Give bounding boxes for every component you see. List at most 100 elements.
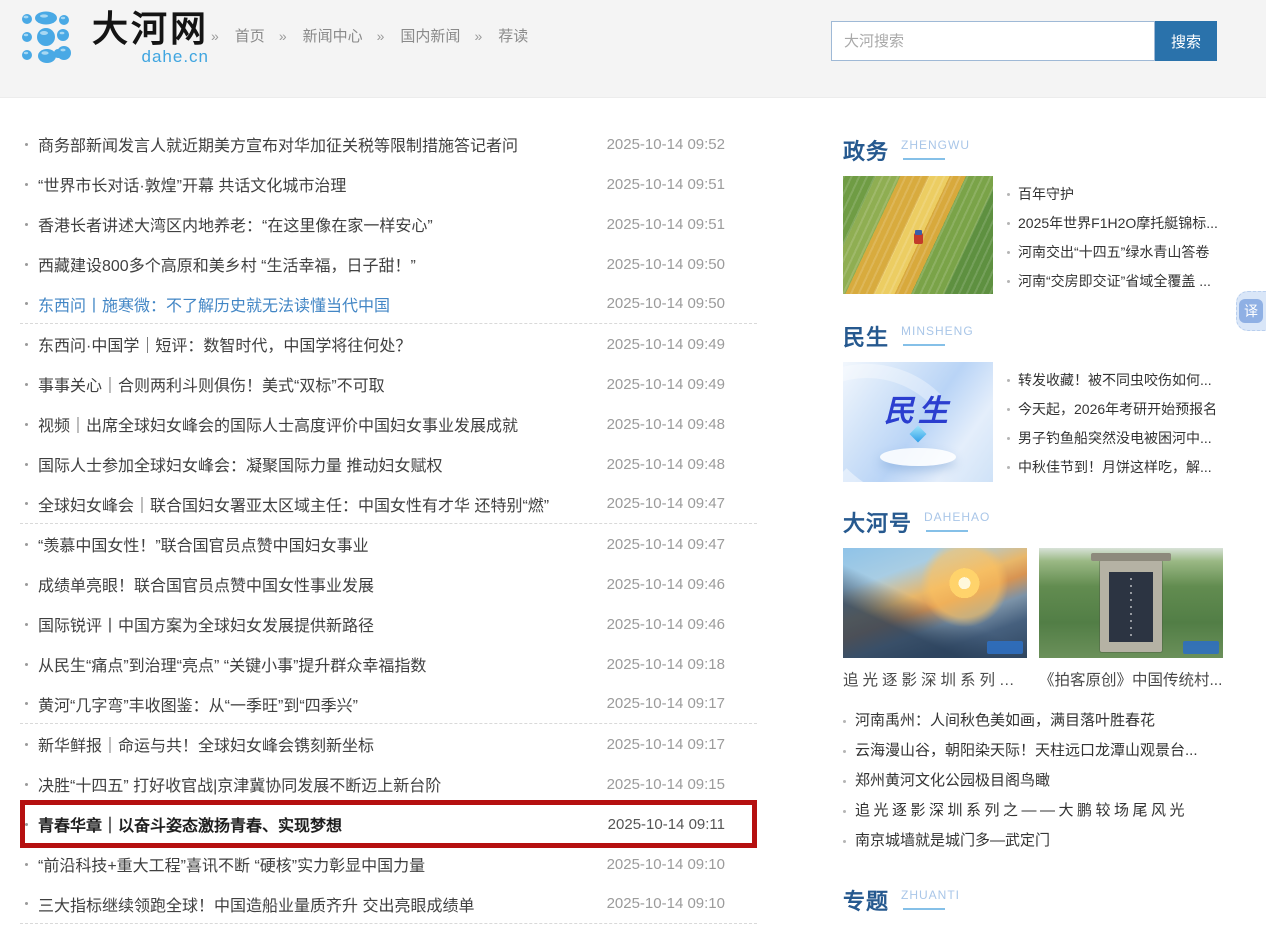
farm-field-photo[interactable] (843, 176, 993, 294)
news-list-item[interactable]: 商务部新闻发言人就近期美方宣布对华加征关税等限制措施答记者问 2025-10-1… (20, 124, 757, 164)
section-title[interactable]: 政务 (843, 134, 889, 166)
stele-plaque-shape (1109, 572, 1153, 642)
bullet-dot-icon (25, 543, 28, 546)
news-timestamp: 2025-10-14 09:11 (608, 816, 725, 833)
news-title: 国际人士参加全球妇女峰会：凝聚国际力量 推动妇女赋权 (38, 452, 607, 476)
section-title[interactable]: 大河号 (843, 506, 912, 538)
sidebar-link[interactable]: 男子钓鱼船突然没电被困河中... (1007, 424, 1223, 453)
news-list-item[interactable]: 从民生“痛点”到治理“亮点” “关键小事”提升群众幸福指数 2025-10-14… (20, 644, 757, 684)
news-title: 视频｜出席全球妇女峰会的国际人士高度评价中国妇女事业发展成就 (38, 412, 607, 436)
news-list-item[interactable]: “羡慕中国女性！”联合国官员点赞中国妇女事业 2025-10-14 09:47 (20, 524, 757, 564)
tractor-icon (914, 233, 923, 244)
news-timestamp: 2025-10-14 09:17 (607, 736, 725, 753)
sidebar-link[interactable]: 转发收藏！被不同虫咬伤如何... (1007, 366, 1223, 395)
news-list-item[interactable]: 成绩单亮眼！联合国官员点赞中国女性事业发展 2025-10-14 09:46 (20, 564, 757, 604)
sidebar-link[interactable]: 南京城墙就是城门多—武定门 (843, 826, 1223, 856)
news-title: 东西问丨施寒微：不了解历史就无法读懂当代中国 (38, 292, 607, 316)
news-title: “世界市长对话·敦煌”开幕 共话文化城市治理 (38, 172, 607, 196)
card-caption: 追光逐影深圳系列之... (843, 668, 1027, 690)
sidebar-link[interactable]: 郑州黄河文化公园极目阁鸟瞰 (843, 766, 1223, 796)
news-title: 决胜“十四五” 打好收官战|京津冀协同发展不断迈上新台阶 (38, 772, 607, 796)
bullet-dot-icon (25, 343, 28, 346)
news-timestamp: 2025-10-14 09:48 (607, 416, 725, 433)
bullet-dot-icon (25, 583, 28, 586)
dahe-logo[interactable]: 大河网 dahe.cn (20, 9, 209, 67)
section-minsheng-header: 民生 MINSHENG (843, 320, 1223, 350)
search-input[interactable] (831, 21, 1155, 61)
sidebar-link[interactable]: 今天起，2026年考研开始预报名 (1007, 395, 1223, 424)
news-list-item[interactable]: 事事关心｜合则两利斗则俱伤！美式“双标”不可取 2025-10-14 09:49 (20, 364, 757, 404)
breadcrumb-separator: » (279, 28, 289, 44)
news-timestamp: 2025-10-14 09:52 (607, 136, 725, 153)
minsheng-links: 转发收藏！被不同虫咬伤如何... 今天起，2026年考研开始预报名 男子钓鱼船突… (1007, 362, 1223, 482)
sidebar-link[interactable]: 2025年世界F1H2O摩托艇锦标... (1007, 209, 1223, 238)
news-list-item[interactable]: 西藏建设800多个高原和美乡村 “生活幸福，日子甜！” 2025-10-14 0… (20, 244, 757, 284)
section-dahehao-header: 大河号 DAHEHAO (843, 506, 1223, 536)
bullet-dot-icon (25, 702, 28, 705)
news-list-item[interactable]: 新华鲜报｜命运与共！全球妇女峰会镌刻新坐标 2025-10-14 09:17 (20, 724, 757, 764)
sidebar-link[interactable]: 中秋佳节到！月饼这样吃，解... (1007, 453, 1223, 482)
news-title: 黄河“几字弯”丰收图鉴：从“一季旺”到“四季兴” (38, 692, 607, 716)
sidebar-link[interactable]: 河南交出“十四五”绿水青山答卷 (1007, 238, 1223, 267)
news-timestamp: 2025-10-14 09:10 (607, 856, 725, 873)
sidebar-link[interactable]: 百年守护 (1007, 180, 1223, 209)
news-list-item[interactable]: 东西问丨施寒微：不了解历史就无法读懂当代中国 2025-10-14 09:50 (20, 284, 757, 324)
bullet-dot-icon (25, 302, 28, 305)
minsheng-graphic[interactable]: 民生 (843, 362, 993, 482)
bullet-dot-icon (1007, 280, 1010, 283)
breadcrumb-item: » 国内新闻 (363, 25, 461, 46)
news-list-item[interactable]: 国际锐评丨中国方案为全球妇女发展提供新路径 2025-10-14 09:46 (20, 604, 757, 644)
news-timestamp: 2025-10-14 09:49 (607, 336, 725, 353)
sidebar-link[interactable]: 河南禹州：人间秋色美如画，满目落叶胜春花 (843, 706, 1223, 736)
news-list-item[interactable]: 黄河“几字弯”丰收图鉴：从“一季旺”到“四季兴” 2025-10-14 09:1… (20, 684, 757, 724)
section-dahehao: 大河号 DAHEHAO 追光逐影深圳系列之... 《拍客原创》中国传统村... (843, 506, 1223, 856)
news-list-item[interactable]: “前沿科技+重大工程”喜讯不断 “硬核”实力彰显中国力量 2025-10-14 … (20, 844, 757, 884)
news-list-item[interactable]: 香港长者讲述大湾区内地养老：“在这里像在家一样安心” 2025-10-14 09… (20, 204, 757, 244)
news-timestamp: 2025-10-14 09:17 (607, 695, 725, 712)
breadcrumb-link[interactable]: 荐读 (498, 25, 528, 46)
bullet-dot-icon (1007, 379, 1010, 382)
bullet-dot-icon (25, 143, 28, 146)
breadcrumb-link[interactable]: 国内新闻 (400, 25, 460, 46)
bullet-dot-icon (25, 783, 28, 786)
sidebar-link[interactable]: 追光逐影深圳系列之——大鹏较场尾风光 (843, 796, 1223, 826)
breadcrumb-item: » 首页 (197, 25, 265, 46)
bullet-dot-icon (25, 463, 28, 466)
logo-title: 大河网 (92, 8, 209, 49)
sidebar-link[interactable]: 河南“交房即交证”省域全覆盖 ... (1007, 267, 1223, 296)
news-title: 从民生“痛点”到治理“亮点” “关键小事”提升群众幸福指数 (38, 652, 607, 676)
breadcrumb-link[interactable]: 新闻中心 (303, 25, 363, 46)
logo-domain: dahe.cn (92, 47, 209, 67)
bullet-dot-icon (25, 863, 28, 866)
news-list-item[interactable]: 三大指标继续领跑全球！中国造船业量质齐升 交出亮眼成绩单 2025-10-14 … (20, 884, 757, 924)
section-title[interactable]: 专题 (843, 884, 889, 916)
section-pinyin: ZHUANTI (901, 888, 960, 910)
news-title: 青春华章｜以奋斗姿态激扬青春、实现梦想 (38, 812, 608, 836)
news-list-item[interactable]: 全球妇女峰会｜联合国妇女署亚太区域主任：中国女性有才华 还特别“燃” 2025-… (20, 484, 757, 524)
translate-button[interactable]: 译 (1236, 291, 1266, 331)
bullet-dot-icon (25, 623, 28, 626)
bullet-dot-icon (843, 720, 846, 723)
news-timestamp: 2025-10-14 09:46 (607, 576, 725, 593)
breadcrumb-link[interactable]: 首页 (235, 25, 265, 46)
news-timestamp: 2025-10-14 09:50 (607, 295, 725, 312)
bullet-dot-icon (25, 902, 28, 905)
news-timestamp: 2025-10-14 09:50 (607, 256, 725, 273)
dahehao-card-sunset[interactable]: 追光逐影深圳系列之... (843, 548, 1027, 690)
sidebar-link[interactable]: 云海漫山谷，朝阳染天际！天柱远口龙潭山观景台... (843, 736, 1223, 766)
news-list-item[interactable]: 决胜“十四五” 打好收官战|京津冀协同发展不断迈上新台阶 2025-10-14 … (20, 764, 757, 804)
section-title[interactable]: 民生 (843, 320, 889, 352)
dahehao-card-stele[interactable]: 《拍客原创》中国传统村... (1039, 548, 1223, 690)
search-button[interactable]: 搜索 (1155, 21, 1217, 61)
search-bar: 搜索 (831, 21, 1217, 61)
news-list: 商务部新闻发言人就近期美方宣布对华加征关税等限制措施答记者问 2025-10-1… (20, 124, 757, 924)
news-timestamp: 2025-10-14 09:49 (607, 376, 725, 393)
news-list-item[interactable]: 青春华章｜以奋斗姿态激扬青春、实现梦想 2025-10-14 09:11 (20, 804, 757, 844)
section-zhuanti: 专题 ZHUANTI (843, 884, 1223, 914)
podium-shape (880, 448, 956, 466)
breadcrumb-separator: » (377, 28, 387, 44)
news-list-item[interactable]: “世界市长对话·敦煌”开幕 共话文化城市治理 2025-10-14 09:51 (20, 164, 757, 204)
news-list-item[interactable]: 东西问·中国学｜短评：数智时代，中国学将往何处？ 2025-10-14 09:4… (20, 324, 757, 364)
news-list-item[interactable]: 国际人士参加全球妇女峰会：凝聚国际力量 推动妇女赋权 2025-10-14 09… (20, 444, 757, 484)
news-list-item[interactable]: 视频｜出席全球妇女峰会的国际人士高度评价中国妇女事业发展成就 2025-10-1… (20, 404, 757, 444)
